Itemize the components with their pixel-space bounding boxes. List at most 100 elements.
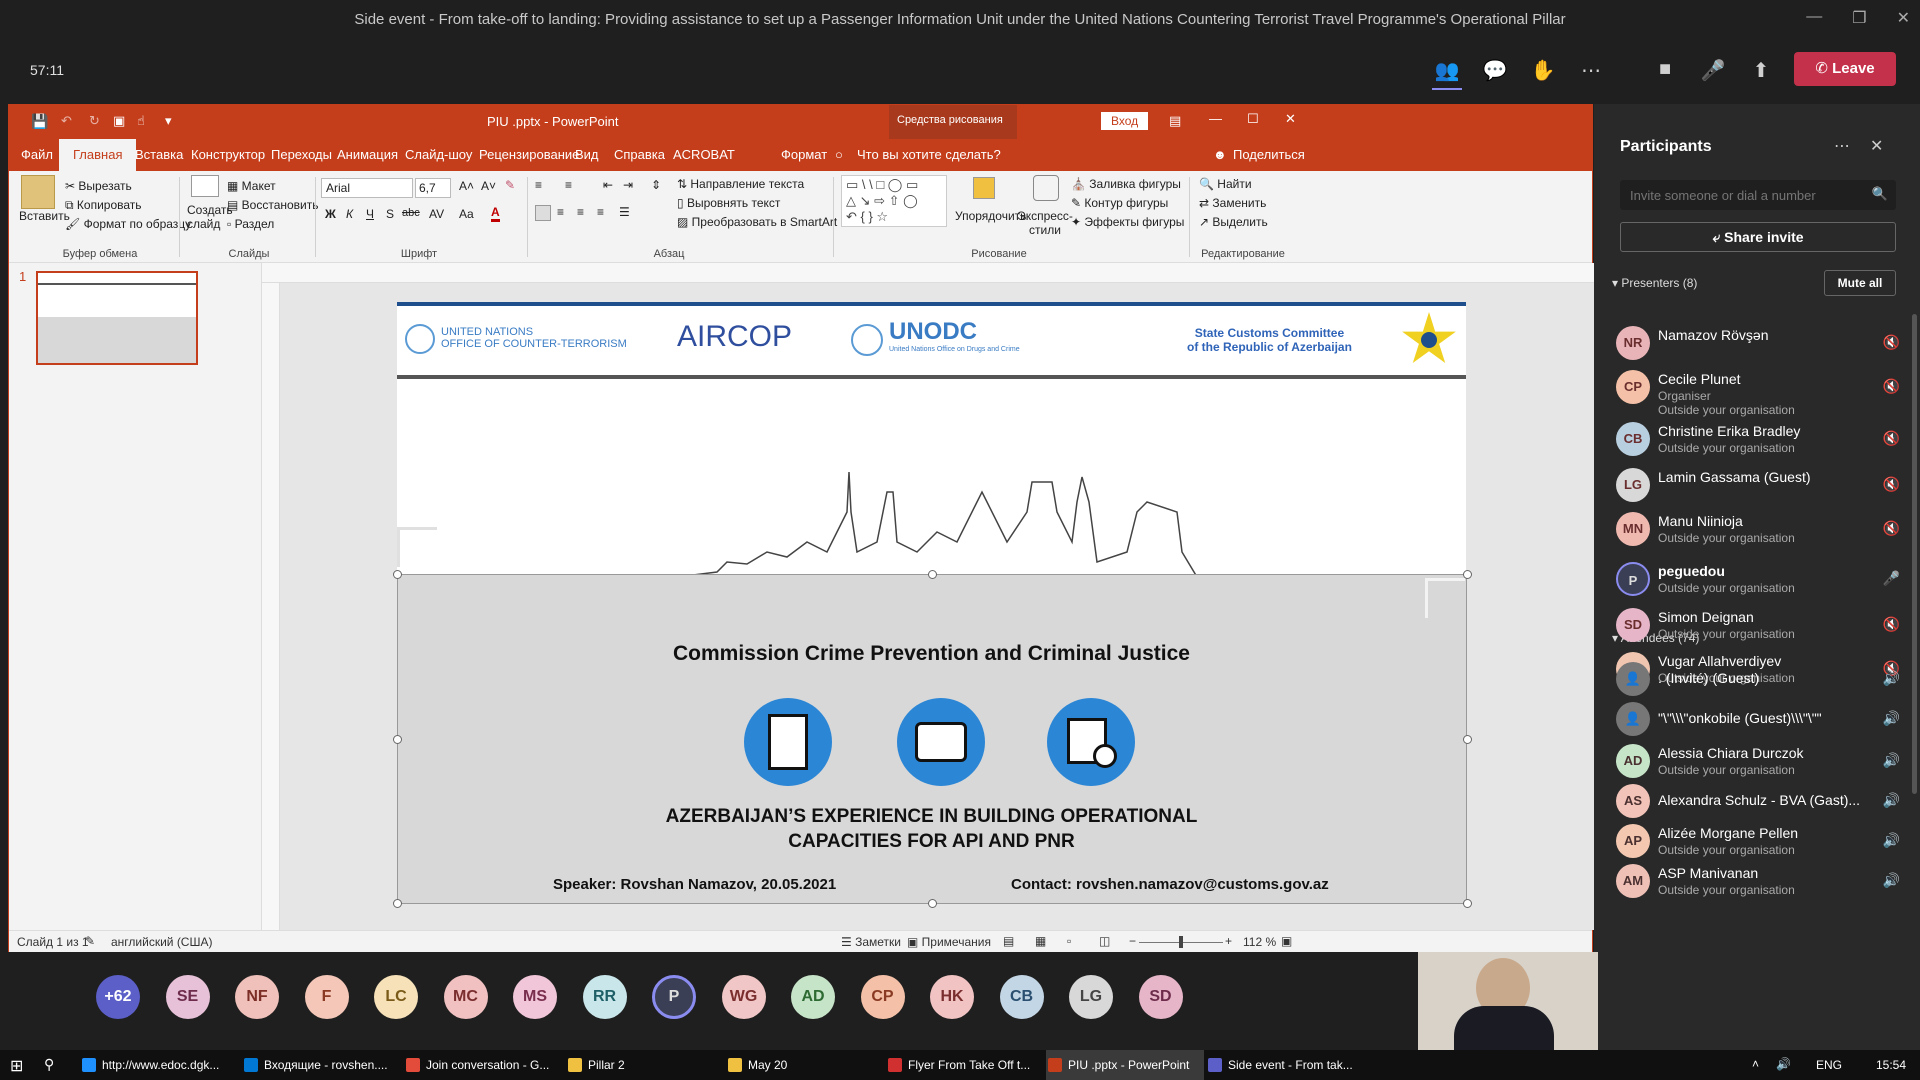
signin-button[interactable]: Вход <box>1101 112 1149 130</box>
resize-handle[interactable] <box>1463 735 1472 744</box>
gallery-avatar[interactable]: SD <box>1138 975 1183 1019</box>
new-slide-icon[interactable] <box>191 175 219 197</box>
find-button[interactable]: 🔍 Найти <box>1199 177 1252 191</box>
line-spacing-icon[interactable]: ⇕ <box>651 178 661 192</box>
font-name-input[interactable]: Arial <box>321 178 413 198</box>
taskbar-app[interactable]: PIU .pptx - PowerPoint <box>1046 1050 1204 1080</box>
notes-button[interactable]: ☰ Заметки <box>841 935 901 949</box>
selection-frame[interactable] <box>397 574 1467 904</box>
gallery-avatar[interactable]: NF <box>235 975 279 1019</box>
gallery-avatar[interactable]: RR <box>582 975 627 1019</box>
decrease-indent-icon[interactable]: ⇤ <box>603 178 613 192</box>
zoom-level[interactable]: 112 % <box>1243 935 1276 949</box>
gallery-avatar[interactable]: HK <box>930 975 974 1019</box>
zoom-out-icon[interactable]: − <box>1129 934 1136 948</box>
resize-handle[interactable] <box>393 899 402 908</box>
bullets-icon[interactable]: ≡ <box>535 178 542 192</box>
clock[interactable]: 15:54 <box>1876 1058 1906 1072</box>
camera-icon[interactable]: ■ <box>1650 58 1680 84</box>
cut-button[interactable]: ✂ Вырезать <box>65 179 132 193</box>
redo-icon[interactable]: ↻ <box>89 113 100 129</box>
gallery-avatar[interactable]: CB <box>999 975 1044 1019</box>
gallery-avatar[interactable]: MS <box>513 975 557 1019</box>
language-indicator[interactable]: английский (США) <box>111 935 212 949</box>
mic-muted-icon[interactable]: 🔇 <box>1883 334 1900 351</box>
normal-view-icon[interactable]: ▤ <box>1003 934 1014 948</box>
presenter-icon[interactable]: ▣ <box>113 113 125 129</box>
shape-fill-button[interactable]: ⛪ Заливка фигуры <box>1071 177 1181 191</box>
tab-view[interactable]: Вид <box>575 147 599 162</box>
mic-muted-icon[interactable]: 🔇 <box>1883 378 1900 395</box>
mic-muted-icon[interactable]: 🔇 <box>1883 616 1900 633</box>
tab-animations[interactable]: Анимация <box>337 147 398 162</box>
gallery-avatar[interactable]: P <box>652 975 696 1019</box>
gallery-avatar[interactable]: LG <box>1069 975 1113 1019</box>
resize-handle[interactable] <box>928 899 937 908</box>
fit-slide-icon[interactable]: ▣ <box>1281 934 1292 948</box>
restore-icon[interactable]: ❐ <box>1852 8 1866 28</box>
justify-icon[interactable]: ≡ <box>597 205 604 219</box>
search-icon[interactable]: ⚲ <box>44 1056 54 1073</box>
section-button[interactable]: ▫ Раздел <box>227 217 274 231</box>
windows-start-icon[interactable]: ⊞ <box>10 1056 23 1076</box>
arrange-icon[interactable] <box>973 177 995 199</box>
sorter-view-icon[interactable]: ▦ <box>1035 934 1046 948</box>
mic-muted-icon[interactable]: 🔇 <box>1883 476 1900 493</box>
participant-row[interactable]: LG Lamin Gassama (Guest) 🔇 <box>1616 468 1906 518</box>
mic-on-icon[interactable]: 🎤 <box>1883 570 1900 587</box>
slide-thumbnail[interactable] <box>36 271 198 365</box>
overflow-participants-badge[interactable]: +62 <box>96 975 140 1019</box>
leave-button[interactable]: ✆ Leave <box>1794 52 1896 86</box>
tab-design[interactable]: Конструктор <box>191 147 265 162</box>
customize-qat-icon[interactable]: ▾ <box>165 113 172 129</box>
italic-icon[interactable]: К <box>346 207 353 221</box>
attendee-row[interactable]: AM ASP Manivanan Outside your organisation… <box>1616 864 1906 914</box>
gallery-avatar[interactable]: MC <box>443 975 488 1019</box>
zoom-thumb[interactable] <box>1179 936 1183 948</box>
ppt-maximize-icon[interactable]: ☐ <box>1247 111 1259 127</box>
undo-icon[interactable]: ↶ <box>61 113 72 129</box>
copy-button[interactable]: ⧉ Копировать <box>65 198 142 213</box>
panel-more-icon[interactable]: ⋯ <box>1834 136 1850 156</box>
text-direction-button[interactable]: ⇅ Направление текста <box>677 177 804 191</box>
share-invite-button[interactable]: ⤶ Share invite <box>1620 222 1896 252</box>
gallery-avatar[interactable]: AD <box>791 975 835 1019</box>
layout-button[interactable]: ▦ Макет <box>227 179 276 193</box>
participant-row[interactable]: CP Cecile Plunet Organiser Outside your org… <box>1616 370 1906 420</box>
ppt-close-icon[interactable]: ✕ <box>1285 111 1296 127</box>
strikethrough-icon[interactable]: abc <box>402 207 420 219</box>
gallery-avatar[interactable]: F <box>304 975 349 1019</box>
share-button[interactable]: Поделиться <box>1233 147 1305 162</box>
reset-button[interactable]: ▤ Восстановить <box>227 198 319 212</box>
tab-review[interactable]: Рецензирование <box>479 147 579 162</box>
mic-muted-icon[interactable]: 🎤 <box>1698 58 1728 84</box>
mic-muted-icon[interactable]: 🔇 <box>1883 430 1900 447</box>
tab-transitions[interactable]: Переходы <box>271 147 332 162</box>
taskbar-app[interactable]: Join conversation - G... <box>404 1050 562 1080</box>
search-icon[interactable]: 🔍 <box>1872 186 1888 202</box>
participant-row[interactable]: SD Simon Deignan Outside your organisation… <box>1616 608 1906 658</box>
font-color-icon[interactable]: A <box>491 205 500 222</box>
change-case-icon[interactable]: Aa <box>459 207 474 221</box>
save-icon[interactable]: 💾 <box>31 113 48 130</box>
replace-button[interactable]: ⇄ Заменить <box>1199 196 1266 210</box>
participants-icon[interactable]: 👥 <box>1432 58 1462 84</box>
gallery-avatar[interactable]: WG <box>721 975 766 1019</box>
resize-handle[interactable] <box>1463 899 1472 908</box>
grow-font-icon[interactable]: A˄ <box>459 179 474 193</box>
clear-format-icon[interactable]: ✎ <box>505 178 515 192</box>
shape-effects-button[interactable]: ✦ Эффекты фигуры <box>1071 215 1184 229</box>
gallery-avatar[interactable]: CP <box>860 975 905 1019</box>
tab-acrobat[interactable]: ACROBAT <box>673 147 735 162</box>
shapes-gallery[interactable]: ▭ \ \ □ ◯ ▭ △ ↘ ⇨ ⇧ ◯ ↶ { } ☆ <box>841 175 947 227</box>
tab-insert[interactable]: Вставка <box>135 147 183 162</box>
comments-button[interactable]: ▣ Примечания <box>907 935 991 949</box>
shadow-icon[interactable]: S <box>386 207 394 221</box>
invite-search[interactable]: 🔍 <box>1620 180 1896 210</box>
touch-mode-icon[interactable]: ☝ <box>137 113 145 129</box>
taskbar-app[interactable]: May 20 <box>726 1050 884 1080</box>
ribbon-display-icon[interactable]: ▤ <box>1169 113 1181 129</box>
gallery-avatar[interactable]: SE <box>165 975 210 1019</box>
align-text-button[interactable]: ▯ Выровнять текст <box>677 196 780 210</box>
bold-icon[interactable]: Ж <box>325 207 336 221</box>
